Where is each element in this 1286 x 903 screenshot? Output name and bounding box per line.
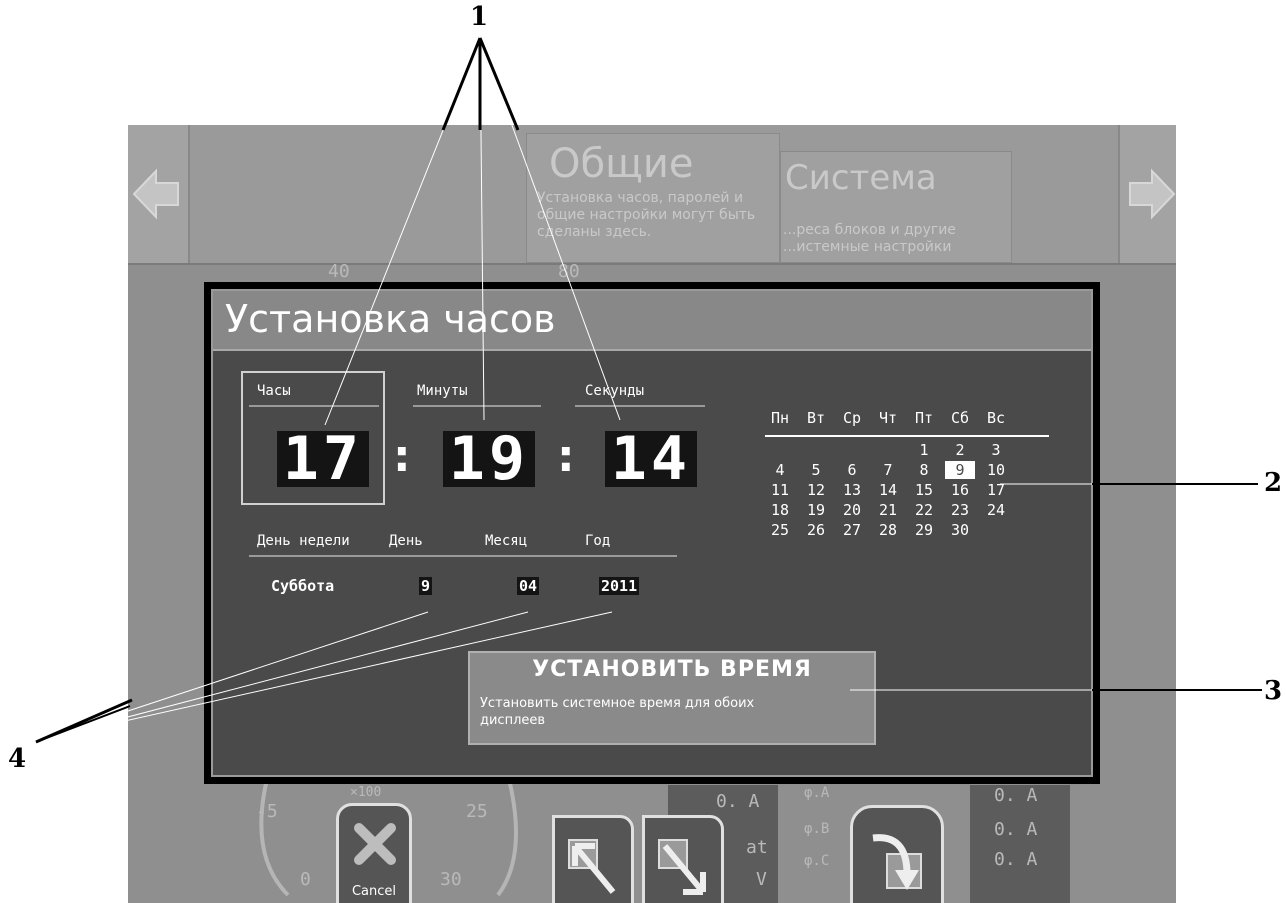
callout-3: 3 <box>1264 676 1283 706</box>
callout-2: 2 <box>1264 468 1283 498</box>
callout-4: 4 <box>8 744 27 774</box>
callout-1: 1 <box>470 2 489 32</box>
callout-lines <box>35 37 1262 744</box>
